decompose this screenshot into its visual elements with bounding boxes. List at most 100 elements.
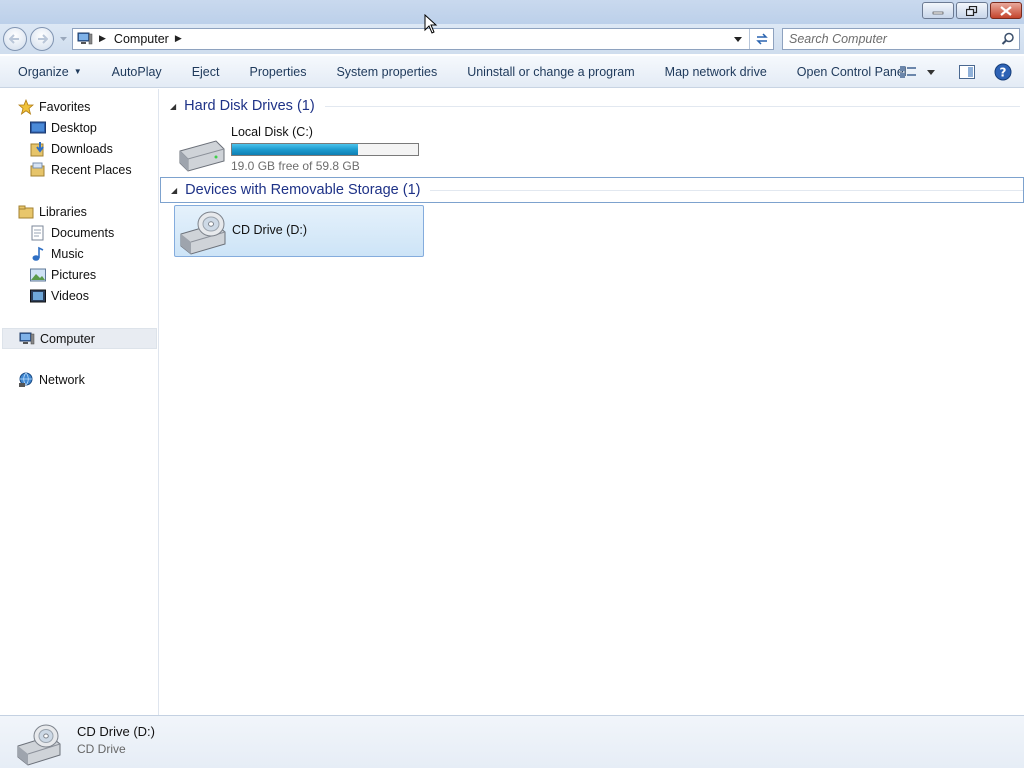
properties-button[interactable]: Properties xyxy=(234,56,321,88)
drive-name: Local Disk (C:) xyxy=(231,125,313,139)
nav-network-label: Network xyxy=(39,373,85,387)
nav-recent-places-label: Recent Places xyxy=(51,163,132,177)
svg-text:?: ? xyxy=(1000,66,1007,80)
group-header-hard-disk-drives[interactable]: ◢ Hard Disk Drives (1) xyxy=(168,95,1020,117)
nav-downloads-label: Downloads xyxy=(51,142,113,156)
back-arrow-icon xyxy=(9,34,19,44)
help-button[interactable]: ? xyxy=(988,56,1018,88)
restore-button[interactable] xyxy=(956,2,988,19)
desktop-icon xyxy=(30,120,46,136)
nav-network[interactable]: Network xyxy=(18,370,85,390)
close-icon xyxy=(1000,5,1012,16)
nav-recent-places[interactable]: Recent Places xyxy=(30,160,132,180)
mouse-cursor-icon xyxy=(424,14,438,34)
title-bar[interactable] xyxy=(0,0,1024,24)
content-pane: ◢ Hard Disk Drives (1) Local Disk (C:) 1… xyxy=(160,89,1024,715)
downloads-icon xyxy=(30,141,46,157)
nav-documents[interactable]: Documents xyxy=(30,223,114,243)
music-icon xyxy=(30,246,46,262)
organize-label: Organize xyxy=(18,64,69,79)
chevron-down-icon xyxy=(734,36,742,42)
nav-favorites[interactable]: Favorites xyxy=(18,97,90,117)
chevron-down-icon xyxy=(59,36,67,41)
nav-downloads[interactable]: Downloads xyxy=(30,139,113,159)
command-bar: Organize ▼ AutoPlay Eject Properties Syst… xyxy=(0,56,1024,88)
breadcrumb-separator[interactable]: ▶ xyxy=(175,34,182,44)
refresh-button[interactable] xyxy=(749,29,773,49)
recent-places-icon xyxy=(30,162,46,178)
refresh-icon xyxy=(755,33,768,45)
drive-free-space: 19.0 GB free of 59.8 GB xyxy=(231,159,360,173)
window-controls xyxy=(922,2,1022,19)
search-input[interactable] xyxy=(789,30,999,48)
drive-tile-cd-drive-d[interactable]: CD Drive (D:) xyxy=(174,205,424,257)
nav-libraries[interactable]: Libraries xyxy=(18,202,87,222)
search-icon[interactable] xyxy=(1001,32,1015,46)
libraries-icon xyxy=(18,204,34,220)
view-options-icon xyxy=(900,66,916,78)
address-history-dropdown[interactable] xyxy=(729,29,747,49)
nav-desktop[interactable]: Desktop xyxy=(30,118,97,138)
drive-usage-bar xyxy=(231,143,419,156)
chevron-down-icon: ▼ xyxy=(73,67,82,76)
star-icon xyxy=(18,99,34,115)
drive-tile-local-disk-c[interactable]: Local Disk (C:) 19.0 GB free of 59.8 GB xyxy=(176,123,426,173)
pictures-icon xyxy=(30,267,46,283)
group-header-removable-storage[interactable]: ◢ Devices with Removable Storage (1) xyxy=(160,177,1024,203)
nav-pictures[interactable]: Pictures xyxy=(30,265,96,285)
group-title: Devices with Removable Storage (1) xyxy=(185,182,421,198)
navigation-pane: Favorites Desktop Downloads Recent Place… xyxy=(0,89,159,715)
search-box[interactable] xyxy=(782,28,1020,50)
hard-drive-icon xyxy=(179,140,225,172)
minimize-icon xyxy=(932,11,944,14)
cd-drive-icon xyxy=(180,211,226,255)
nav-favorites-label: Favorites xyxy=(39,100,91,114)
details-item-name: CD Drive (D:) xyxy=(77,724,155,739)
close-button[interactable] xyxy=(990,2,1022,19)
computer-icon xyxy=(77,32,93,45)
details-pane: CD Drive (D:) CD Drive xyxy=(0,715,1024,768)
videos-icon xyxy=(30,288,46,304)
cd-drive-icon xyxy=(17,724,61,766)
system-properties-button[interactable]: System properties xyxy=(321,56,452,88)
group-divider xyxy=(324,105,1020,107)
nav-music[interactable]: Music xyxy=(30,244,84,264)
computer-icon xyxy=(19,331,35,347)
recent-pages-dropdown[interactable] xyxy=(58,34,68,44)
breadcrumb-separator[interactable]: ▶ xyxy=(99,34,106,44)
nav-videos[interactable]: Videos xyxy=(30,286,89,306)
collapse-triangle-icon[interactable]: ◢ xyxy=(170,102,176,111)
drive-info: Local Disk (C:) 19.0 GB free of 59.8 GB xyxy=(231,125,419,173)
minimize-button[interactable] xyxy=(922,2,954,19)
nav-videos-label: Videos xyxy=(51,289,89,303)
nav-music-label: Music xyxy=(51,247,84,261)
map-network-drive-button[interactable]: Map network drive xyxy=(650,56,782,88)
documents-icon xyxy=(30,225,46,241)
details-item-type: CD Drive xyxy=(77,742,126,756)
autoplay-button[interactable]: AutoPlay xyxy=(97,56,177,88)
nav-computer[interactable]: Computer xyxy=(2,328,157,349)
restore-icon xyxy=(966,5,978,16)
nav-libraries-label: Libraries xyxy=(39,205,87,219)
chevron-down-icon xyxy=(927,69,935,75)
organize-button[interactable]: Organize ▼ xyxy=(0,56,97,88)
forward-button[interactable] xyxy=(30,27,54,51)
nav-computer-label: Computer xyxy=(40,331,95,346)
group-title: Hard Disk Drives (1) xyxy=(184,98,315,114)
back-button[interactable] xyxy=(3,27,27,51)
nav-pictures-label: Pictures xyxy=(51,268,97,282)
uninstall-program-button[interactable]: Uninstall or change a program xyxy=(452,56,649,88)
eject-button[interactable]: Eject xyxy=(177,56,235,88)
address-bar[interactable]: ▶ Computer ▶ xyxy=(72,28,774,50)
preview-pane-icon xyxy=(959,65,975,79)
preview-pane-button[interactable] xyxy=(952,56,982,88)
view-dropdown-button[interactable] xyxy=(922,56,940,88)
forward-arrow-icon xyxy=(38,34,48,44)
command-bar-tools: ? xyxy=(894,56,1024,88)
breadcrumb-computer[interactable]: Computer xyxy=(114,32,169,46)
collapse-triangle-icon[interactable]: ◢ xyxy=(171,186,177,195)
drive-name: CD Drive (D:) xyxy=(232,223,307,237)
view-options-button[interactable] xyxy=(894,56,922,88)
help-icon: ? xyxy=(994,63,1012,81)
network-icon xyxy=(18,372,34,388)
